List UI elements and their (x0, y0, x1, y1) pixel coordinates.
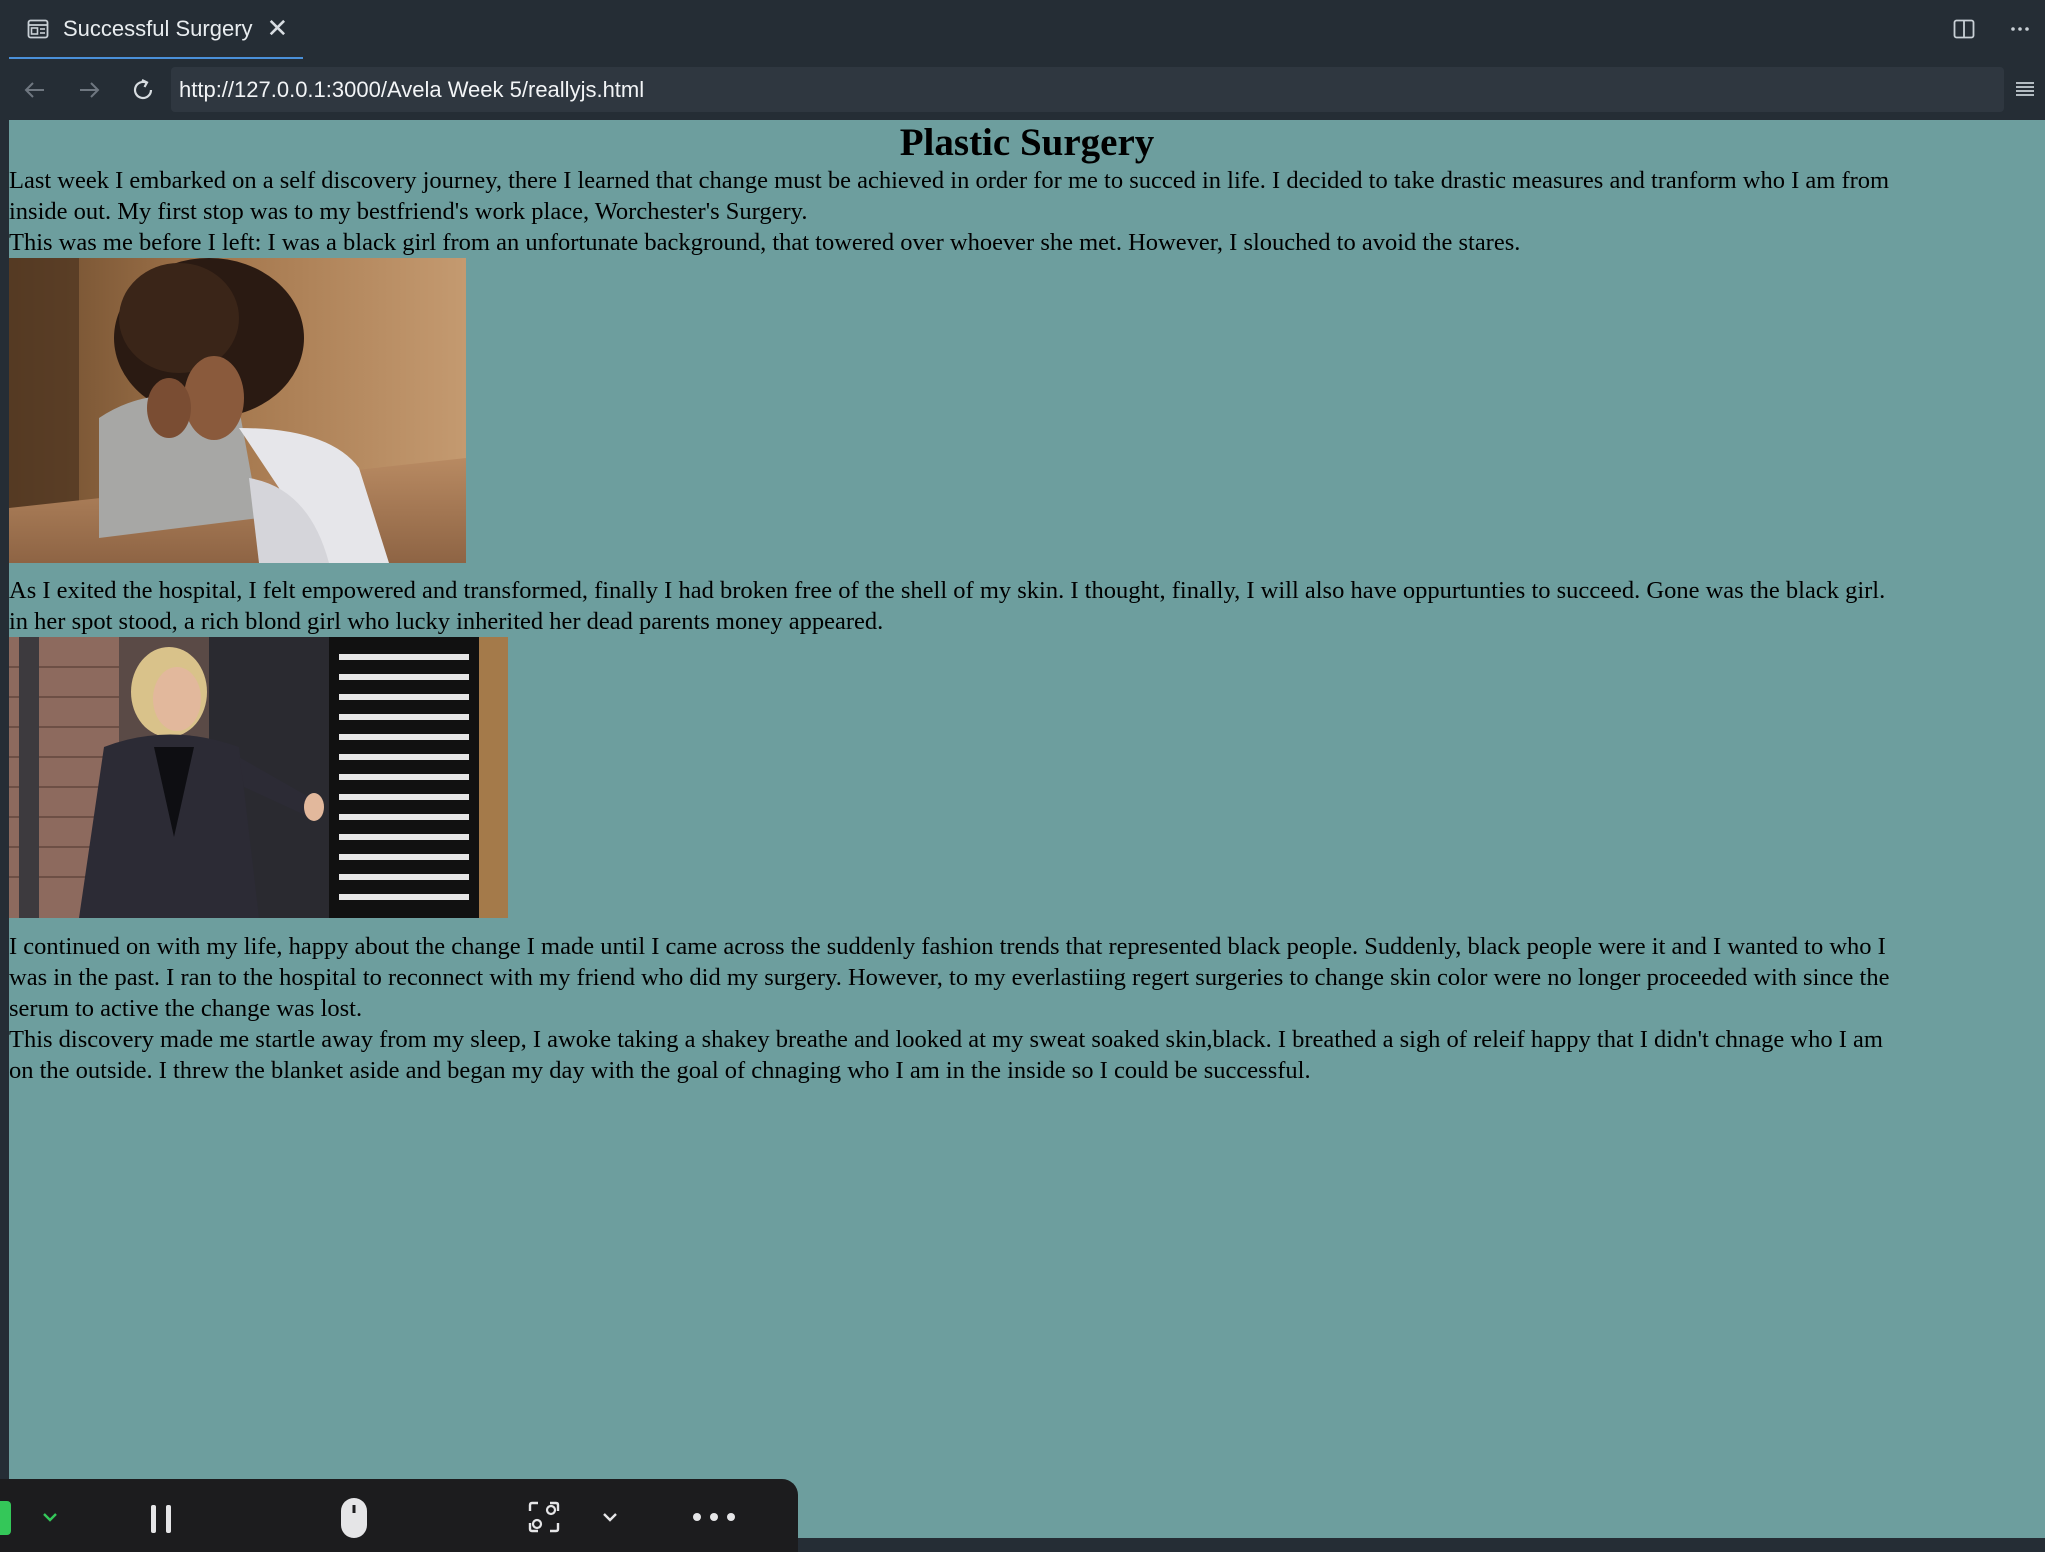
pause-icon[interactable] (140, 1499, 182, 1539)
hamburger-menu-icon[interactable] (2009, 73, 2041, 105)
text-line: on the outside. I threw the blanket asid… (9, 1057, 1311, 1084)
intro-paragraph: Last week I embarked on a self discovery… (9, 165, 2045, 258)
remote-control-toolbar (0, 1479, 798, 1552)
reload-icon[interactable] (127, 74, 159, 106)
ending-paragraph: I continued on with my life, happy about… (9, 931, 2045, 1086)
forward-arrow-icon[interactable] (73, 74, 105, 106)
tab-title: Successful Surgery (63, 15, 253, 41)
mouse-icon[interactable] (334, 1495, 374, 1541)
page-heading: Plastic Surgery (899, 121, 1155, 164)
browser-tab[interactable]: Successful Surgery ✕ (9, 0, 303, 59)
text-line: This was me before I left: I was a black… (9, 229, 1521, 256)
screen-capture-icon[interactable] (524, 1497, 564, 1537)
text-line: serum to active the change was lost. (9, 995, 363, 1022)
more-options-icon[interactable] (690, 1499, 738, 1535)
close-icon[interactable]: ✕ (267, 16, 289, 42)
tab-actions (1949, 14, 2035, 44)
address-bar: http://127.0.0.1:3000/Avela Week 5/reall… (0, 59, 2045, 120)
page-viewport: Plastic Surgery Last week I embarked on … (9, 120, 2045, 1538)
transformation-paragraph: As I exited the hospital, I felt empower… (9, 575, 2045, 637)
tab-bar: Successful Surgery ✕ (0, 0, 2045, 59)
text-line: was in the past. I ran to the hospital t… (9, 964, 1890, 991)
status-indicator (0, 1501, 11, 1535)
after-photo (9, 637, 508, 918)
text-line: This discovery made me startle away from… (9, 1026, 1883, 1053)
chevron-down-icon[interactable] (596, 1499, 624, 1535)
chevron-down-icon[interactable] (36, 1499, 64, 1535)
text-line: inside out. My first stop was to my best… (9, 198, 808, 225)
text-line: As I exited the hospital, I felt empower… (9, 577, 1886, 604)
text-line: Last week I embarked on a self discovery… (9, 167, 1890, 194)
preview-page-icon (27, 18, 49, 40)
text-line: in her spot stood, a rich blond girl who… (9, 608, 884, 635)
browser-window: Successful Surgery ✕ http://127.0.0.1:30… (0, 0, 2045, 1552)
split-editor-icon[interactable] (1949, 14, 1979, 44)
url-input[interactable]: http://127.0.0.1:3000/Avela Week 5/reall… (171, 67, 2004, 112)
more-actions-icon[interactable] (2005, 14, 2035, 44)
before-photo (9, 258, 466, 563)
back-arrow-icon[interactable] (19, 74, 51, 106)
text-line: I continued on with my life, happy about… (9, 933, 1886, 960)
